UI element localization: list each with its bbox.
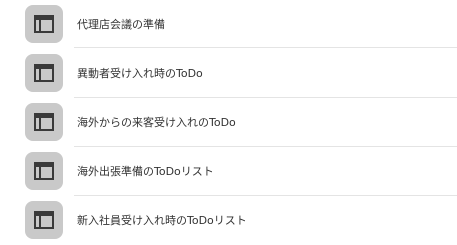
- list-item-label: 代理店会議の準備: [77, 18, 165, 31]
- template-icon: [34, 113, 54, 131]
- list-item[interactable]: 海外からの来客受け入れのToDo: [0, 98, 457, 147]
- template-icon: [34, 162, 54, 180]
- divider: [74, 47, 457, 48]
- template-icon-tile: [25, 103, 63, 141]
- template-list: 代理店会議の準備 異動者受け入れ時のToDo 海外からの来客受け入れのToDo: [0, 0, 457, 244]
- list-item-label: 海外出張準備のToDoリスト: [77, 165, 214, 178]
- list-item[interactable]: 代理店会議の準備: [0, 0, 457, 49]
- list-item-label: 海外からの来客受け入れのToDo: [77, 116, 236, 129]
- list-item[interactable]: 海外出張準備のToDoリスト: [0, 147, 457, 196]
- template-icon-tile: [25, 54, 63, 92]
- template-icon: [34, 15, 54, 33]
- list-item-label: 異動者受け入れ時のToDo: [77, 67, 203, 80]
- list-item[interactable]: 異動者受け入れ時のToDo: [0, 49, 457, 98]
- list-item-label: 新入社員受け入れ時のToDoリスト: [77, 214, 247, 227]
- template-icon-tile: [25, 152, 63, 190]
- list-item[interactable]: 新入社員受け入れ時のToDoリスト: [0, 196, 457, 245]
- template-icon: [34, 64, 54, 82]
- template-icon-tile: [25, 5, 63, 43]
- template-icon: [34, 211, 54, 229]
- template-icon-tile: [25, 201, 63, 239]
